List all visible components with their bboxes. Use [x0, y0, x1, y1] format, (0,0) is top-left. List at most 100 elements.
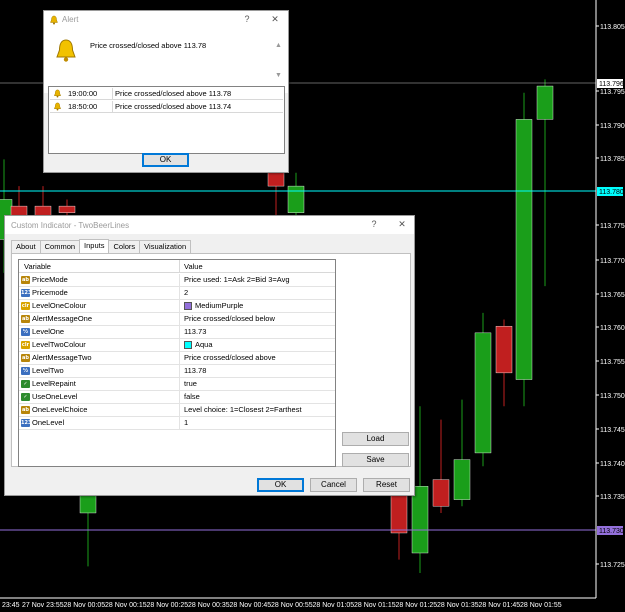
alert-titlebar[interactable]: Alert ? ✕: [44, 11, 288, 28]
alert-scroll-down-icon[interactable]: ▼: [275, 72, 282, 79]
custom-indicator-window: Custom Indicator - TwoBeerLines ? ✕ Abou…: [4, 215, 415, 496]
input-value[interactable]: Price used: 1=Ask 2=Bid 3=Avg: [179, 274, 290, 286]
price-axis: 113.805 113.795 113.790 113.785 113.775 113.7…: [596, 24, 625, 569]
input-value[interactable]: Price crossed/closed above: [179, 352, 276, 364]
bell-icon: [54, 89, 61, 98]
time-tick-label: 28 Nov 00:25: [147, 602, 189, 609]
input-row[interactable]: ½ LevelTwo 113.78: [19, 365, 335, 378]
large-bell-icon: [56, 39, 76, 62]
input-variable: OneLevelChoice: [32, 405, 88, 414]
double-type-icon: ½: [21, 367, 30, 375]
tab-colors[interactable]: Colors: [108, 240, 141, 253]
save-button[interactable]: Save: [342, 453, 409, 467]
indicator-help-button[interactable]: ?: [367, 218, 381, 230]
alert-message-panel: Price crossed/closed above 113.78 ▲ ▼: [44, 28, 288, 93]
bear-candle: [58, 205, 76, 213]
input-variable: LevelTwo: [32, 366, 64, 375]
time-tick-label: 28 Nov 00:35: [188, 602, 230, 609]
alert-history-row[interactable]: 19:00:00 Price crossed/closed above 113.7…: [50, 88, 283, 100]
bull-candle: [287, 185, 305, 213]
bull-candle: [411, 486, 429, 554]
indicator-tabs: About Common Inputs Colors Visualization: [11, 239, 192, 253]
price-tick-label: 113.740: [600, 461, 625, 468]
input-row[interactable]: ab AlertMessageOne Price crossed/closed be…: [19, 313, 335, 326]
color-type-icon: clr: [21, 302, 30, 310]
indicator-ok-button[interactable]: OK: [257, 478, 304, 492]
price-tick-label: 113.785: [600, 156, 625, 163]
input-row[interactable]: clr LevelTwoColour Aqua: [19, 339, 335, 352]
indicator-titlebar[interactable]: Custom Indicator - TwoBeerLines ? ✕: [5, 216, 414, 234]
price-tick-label: 113.805: [600, 24, 625, 31]
purple-price-label: 113.730: [599, 528, 624, 535]
input-row[interactable]: 123 Pricemode 2: [19, 287, 335, 300]
indicator-cancel-button[interactable]: Cancel: [310, 478, 357, 492]
input-row[interactable]: clr LevelOneColour MediumPurple: [19, 300, 335, 313]
time-tick-label: 28 Nov 00:05: [64, 602, 106, 609]
input-row[interactable]: ab OneLevelChoice Level choice: 1=Closest …: [19, 404, 335, 417]
time-tick-label: 27 Nov 23:55: [22, 602, 64, 609]
inputs-grid[interactable]: Variable Value ab PriceMode Price used: 1=…: [18, 259, 336, 467]
input-value[interactable]: 113.78: [179, 365, 206, 377]
alert-history-row[interactable]: 18:50:00 Price crossed/closed above 113.7…: [50, 101, 283, 113]
input-row[interactable]: ½ LevelOne 113.73: [19, 326, 335, 339]
price-tick-label: 113.795: [600, 89, 625, 96]
input-row[interactable]: 123 OneLevel 1: [19, 417, 335, 430]
input-value-text: false: [184, 392, 200, 401]
alert-ok-button[interactable]: OK: [142, 153, 189, 167]
indicator-reset-button[interactable]: Reset: [363, 478, 410, 492]
alert-close-button[interactable]: ✕: [268, 13, 282, 25]
bull-candle: [453, 459, 471, 500]
alert-time: 18:50:00: [68, 102, 98, 111]
input-value[interactable]: 113.73: [179, 326, 206, 338]
input-variable: UseOneLevel: [32, 392, 78, 401]
price-tick-label: 113.725: [600, 562, 625, 569]
input-variable: AlertMessageOne: [32, 314, 93, 323]
inputs-grid-header: Variable Value: [19, 260, 335, 273]
tab-about[interactable]: About: [11, 240, 41, 253]
input-value[interactable]: false: [179, 391, 200, 403]
alert-scroll-up-icon[interactable]: ▲: [275, 42, 282, 49]
input-row[interactable]: ✓ LevelRepaint true: [19, 378, 335, 391]
input-row[interactable]: ✓ UseOneLevel false: [19, 391, 335, 404]
input-row[interactable]: ab PriceMode Price used: 1=Ask 2=Bid 3=Avg: [19, 274, 335, 287]
input-variable: LevelOneColour: [32, 301, 87, 310]
price-tick-label: 113.750: [600, 393, 625, 400]
input-value-text: Aqua: [195, 340, 213, 349]
input-variable: PriceMode: [32, 275, 68, 284]
input-variable: Pricemode: [32, 288, 68, 297]
time-tick-label: 28 Nov 01:15: [354, 602, 396, 609]
input-value-text: Price crossed/closed below: [184, 314, 275, 323]
tab-inputs[interactable]: Inputs: [79, 239, 110, 253]
tab-common[interactable]: Common: [39, 240, 81, 253]
input-value[interactable]: Aqua: [179, 339, 213, 351]
input-value-text: Price used: 1=Ask 2=Bid 3=Avg: [184, 275, 290, 284]
input-value-text: true: [184, 379, 197, 388]
input-row[interactable]: ab AlertMessageTwo Price crossed/closed ab…: [19, 352, 335, 365]
alert-history-list[interactable]: 19:00:00 Price crossed/closed above 113.7…: [48, 86, 285, 154]
input-value-text: 113.78: [184, 366, 207, 375]
load-button[interactable]: Load: [342, 432, 409, 446]
tab-visualization[interactable]: Visualization: [139, 240, 192, 253]
input-value[interactable]: 1: [179, 417, 188, 429]
aqua-price-label: 113.780: [599, 189, 624, 196]
alert-title: Alert: [62, 15, 79, 24]
input-value[interactable]: Price crossed/closed below: [179, 313, 275, 325]
bear-candle: [267, 172, 285, 187]
price-tick-label: 113.765: [600, 292, 625, 299]
input-value[interactable]: Level choice: 1=Closest 2=Farthest: [179, 404, 302, 416]
input-value-text: Level choice: 1=Closest 2=Farthest: [184, 405, 302, 414]
input-value[interactable]: true: [179, 378, 197, 390]
empty-row: [19, 443, 335, 456]
input-variable: OneLevel: [32, 418, 65, 427]
alert-help-button[interactable]: ?: [240, 13, 254, 25]
alert-row-message: Price crossed/closed above 113.74: [112, 101, 231, 113]
time-tick-label: 23:45: [2, 602, 20, 609]
input-value[interactable]: MediumPurple: [179, 300, 243, 312]
col-variable-header: Variable: [24, 262, 51, 271]
input-value[interactable]: 2: [179, 287, 188, 299]
time-tick-label: 28 Nov 01:45: [479, 602, 521, 609]
color-swatch: [184, 302, 192, 310]
input-value-text: 113.73: [184, 327, 207, 336]
indicator-close-button[interactable]: ✕: [395, 218, 409, 230]
price-tick-label: 113.760: [600, 325, 625, 332]
